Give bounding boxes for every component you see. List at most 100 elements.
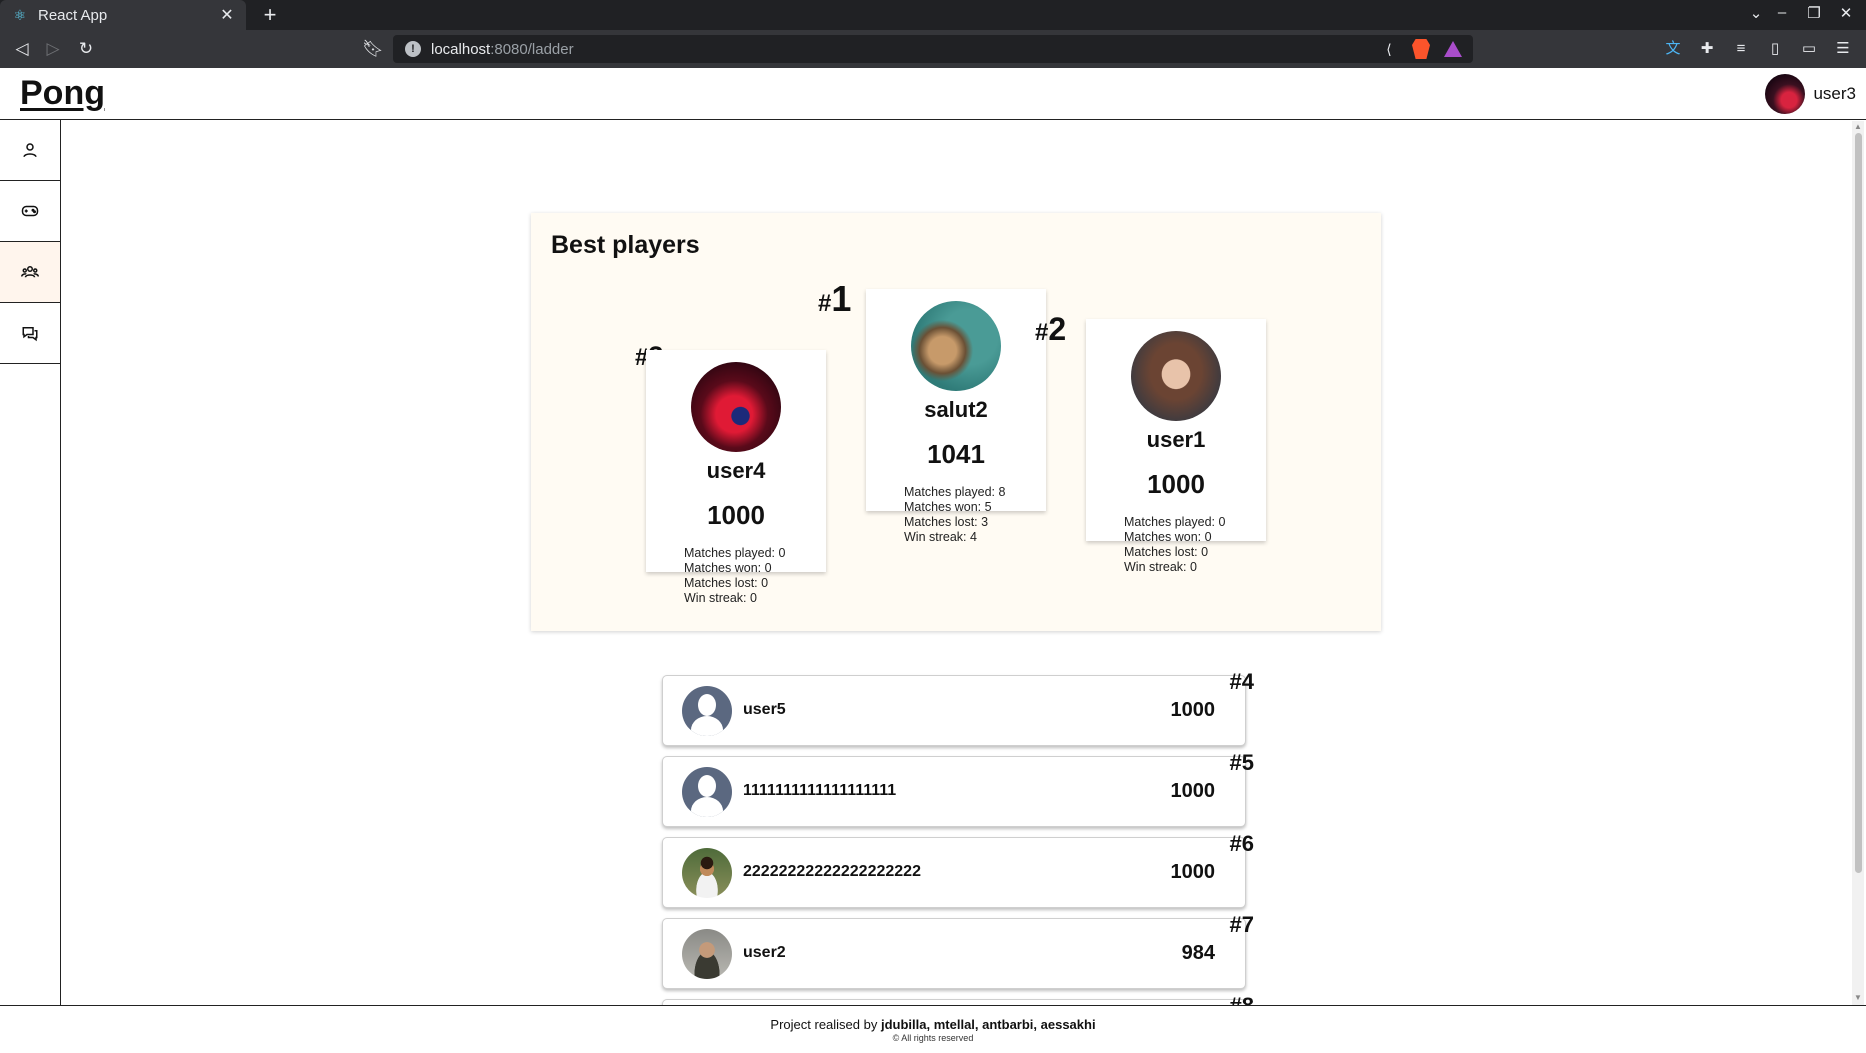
new-tab-icon[interactable]: + xyxy=(258,3,282,27)
main-scrollbar[interactable]: ▲ ▼ xyxy=(1852,121,1864,1005)
podium-rank-2: #2 xyxy=(1035,311,1067,347)
podium-rank-1: #1 xyxy=(818,278,852,319)
footer-credits: Project realised by jdubilla, mtellal, a… xyxy=(0,1017,1866,1032)
row-name: 1111111111111111111 xyxy=(743,782,897,799)
matches-won: Matches won: 0 xyxy=(684,561,772,575)
podium-name: user4 xyxy=(706,458,766,483)
avatar xyxy=(682,929,732,979)
matches-played: Matches played: 0 xyxy=(684,546,786,560)
ladder-row[interactable]: 22222222222222222222 1000 #6 xyxy=(662,831,1254,908)
app-header: Pong user3 xyxy=(0,68,1866,120)
ladder-row[interactable]: 1111111111111111111 1000 #5 xyxy=(662,750,1254,827)
bookmark-icon[interactable]: 🔖︎ xyxy=(362,38,384,60)
footer-authors: jdubilla, mtellal, antbarbi, aessakhi xyxy=(881,1017,1096,1032)
minimize-icon[interactable]: – xyxy=(1770,4,1794,21)
row-name: user5 xyxy=(743,701,786,718)
gamepad-icon xyxy=(21,205,39,217)
row-elo: 984 xyxy=(1181,942,1215,964)
extensions-puzzle-icon[interactable]: ✚ xyxy=(1696,38,1718,60)
tab-list-chevron-icon[interactable]: ⌄ xyxy=(1744,4,1768,22)
matches-won: Matches won: 5 xyxy=(904,500,992,514)
row-rank: #5 xyxy=(1229,750,1254,775)
podium-card-3[interactable]: user4 1000 Matches played: 0 Matches won… xyxy=(646,350,826,605)
back-icon[interactable]: ◁ xyxy=(11,38,33,60)
podium-elo: 1000 xyxy=(1147,469,1205,499)
site-info-icon[interactable]: ! xyxy=(405,41,421,57)
sidebar xyxy=(0,120,61,1005)
row-elo: 1000 xyxy=(1170,780,1216,802)
footer-prefix: Project realised by xyxy=(770,1017,878,1032)
users-icon xyxy=(21,266,39,278)
footer: Project realised by jdubilla, mtellal, a… xyxy=(0,1005,1866,1053)
matches-lost: Matches lost: 3 xyxy=(904,515,989,529)
podium-card-2[interactable]: user1 1000 Matches played: 0 Matches won… xyxy=(1086,319,1266,574)
row-rank: #7 xyxy=(1229,912,1254,937)
avatar xyxy=(1131,331,1221,421)
matches-won: Matches won: 0 xyxy=(1124,530,1212,544)
ladder-row[interactable]: user2 984 #7 xyxy=(662,912,1254,989)
win-streak: Win streak: 0 xyxy=(684,591,757,605)
user-icon xyxy=(23,143,37,158)
podium-elo: 1000 xyxy=(707,500,765,530)
reload-icon[interactable]: ↻ xyxy=(75,38,97,60)
avatar xyxy=(911,301,1001,391)
ladder-page: Best players #3 user4 1000 Matches playe… xyxy=(61,121,1850,1005)
podium-stats: Matches played: 0 Matches won: 0 Matches… xyxy=(1124,515,1225,575)
podium-stats: Matches played: 8 Matches won: 5 Matches… xyxy=(904,485,1005,545)
podium-card-1[interactable]: salut2 1041 Matches played: 8 Matches wo… xyxy=(866,289,1046,544)
brave-rewards-icon[interactable] xyxy=(1443,39,1463,59)
row-name: 22222222222222222222 xyxy=(743,863,921,880)
address-bar[interactable]: ! localhost :8080/ladder ⟨ xyxy=(393,35,1473,63)
sidebar-toggle-icon[interactable]: ▯ xyxy=(1764,38,1786,60)
footer-rights: © All rights reserved xyxy=(892,1033,974,1043)
tab-title: React App xyxy=(38,6,108,24)
forward-icon[interactable]: ▷ xyxy=(42,38,64,60)
window-close-icon[interactable]: ✕ xyxy=(1834,4,1858,22)
app-logo[interactable]: Pong xyxy=(20,74,105,113)
sidebar-item-profile[interactable] xyxy=(0,120,60,181)
sidebar-item-game[interactable] xyxy=(0,181,60,242)
tab-close-icon[interactable]: ✕ xyxy=(216,5,238,25)
avatar xyxy=(691,362,781,452)
url-host: localhost xyxy=(431,40,491,58)
win-streak: Win streak: 4 xyxy=(904,530,977,544)
podium-elo: 1041 xyxy=(927,439,985,469)
podium-name: user1 xyxy=(1146,427,1206,452)
avatar[interactable] xyxy=(1765,74,1806,114)
ladder-row[interactable]: user5 1000 #4 xyxy=(662,669,1254,746)
url-path: :8080/ladder xyxy=(490,40,574,58)
scroll-thumb[interactable] xyxy=(1855,133,1862,873)
sidebar-item-ladder[interactable] xyxy=(0,242,60,303)
avatar xyxy=(682,848,732,898)
browser-toolbar: ◁ ▷ ↻ 🔖︎ ! localhost :8080/ladder ⟨ 文 ✚ … xyxy=(0,30,1866,68)
win-streak: Win streak: 0 xyxy=(1124,560,1197,574)
browser-tab-bar: ⚛ React App ✕ + ⌄ – ❐ ✕ xyxy=(0,0,1866,30)
chat-icon xyxy=(22,327,38,342)
scroll-down-icon[interactable]: ▼ xyxy=(1854,994,1862,1002)
translate-extension-icon[interactable]: 文 xyxy=(1662,38,1684,60)
row-rank: #6 xyxy=(1229,831,1254,856)
avatar xyxy=(682,767,732,817)
header-username[interactable]: user3 xyxy=(1813,84,1856,104)
wallet-icon[interactable]: ▭ xyxy=(1798,38,1820,60)
avatar xyxy=(682,686,732,736)
matches-played: Matches played: 8 xyxy=(904,485,1006,499)
scroll-up-icon[interactable]: ▲ xyxy=(1854,123,1862,131)
share-icon[interactable]: ⟨ xyxy=(1379,39,1399,59)
row-elo: 1000 xyxy=(1170,861,1216,883)
matches-played: Matches played: 0 xyxy=(1124,515,1226,529)
browser-tab[interactable]: ⚛ React App ✕ xyxy=(0,0,246,30)
reading-list-icon[interactable]: ≡ xyxy=(1730,38,1752,60)
row-elo: 1000 xyxy=(1170,699,1216,721)
row-name: user2 xyxy=(743,944,786,961)
restore-icon[interactable]: ❐ xyxy=(1802,4,1826,22)
matches-lost: Matches lost: 0 xyxy=(684,576,769,590)
react-favicon-icon: ⚛ xyxy=(13,6,27,23)
brave-shields-icon[interactable] xyxy=(1411,39,1431,59)
sidebar-item-chat[interactable] xyxy=(0,303,60,364)
matches-lost: Matches lost: 0 xyxy=(1124,545,1209,559)
header-user-menu[interactable]: user3 xyxy=(1765,74,1856,114)
podium-name: salut2 xyxy=(924,397,988,422)
browser-menu-icon[interactable]: ☰ xyxy=(1832,38,1854,60)
best-players-title: Best players xyxy=(551,231,700,259)
